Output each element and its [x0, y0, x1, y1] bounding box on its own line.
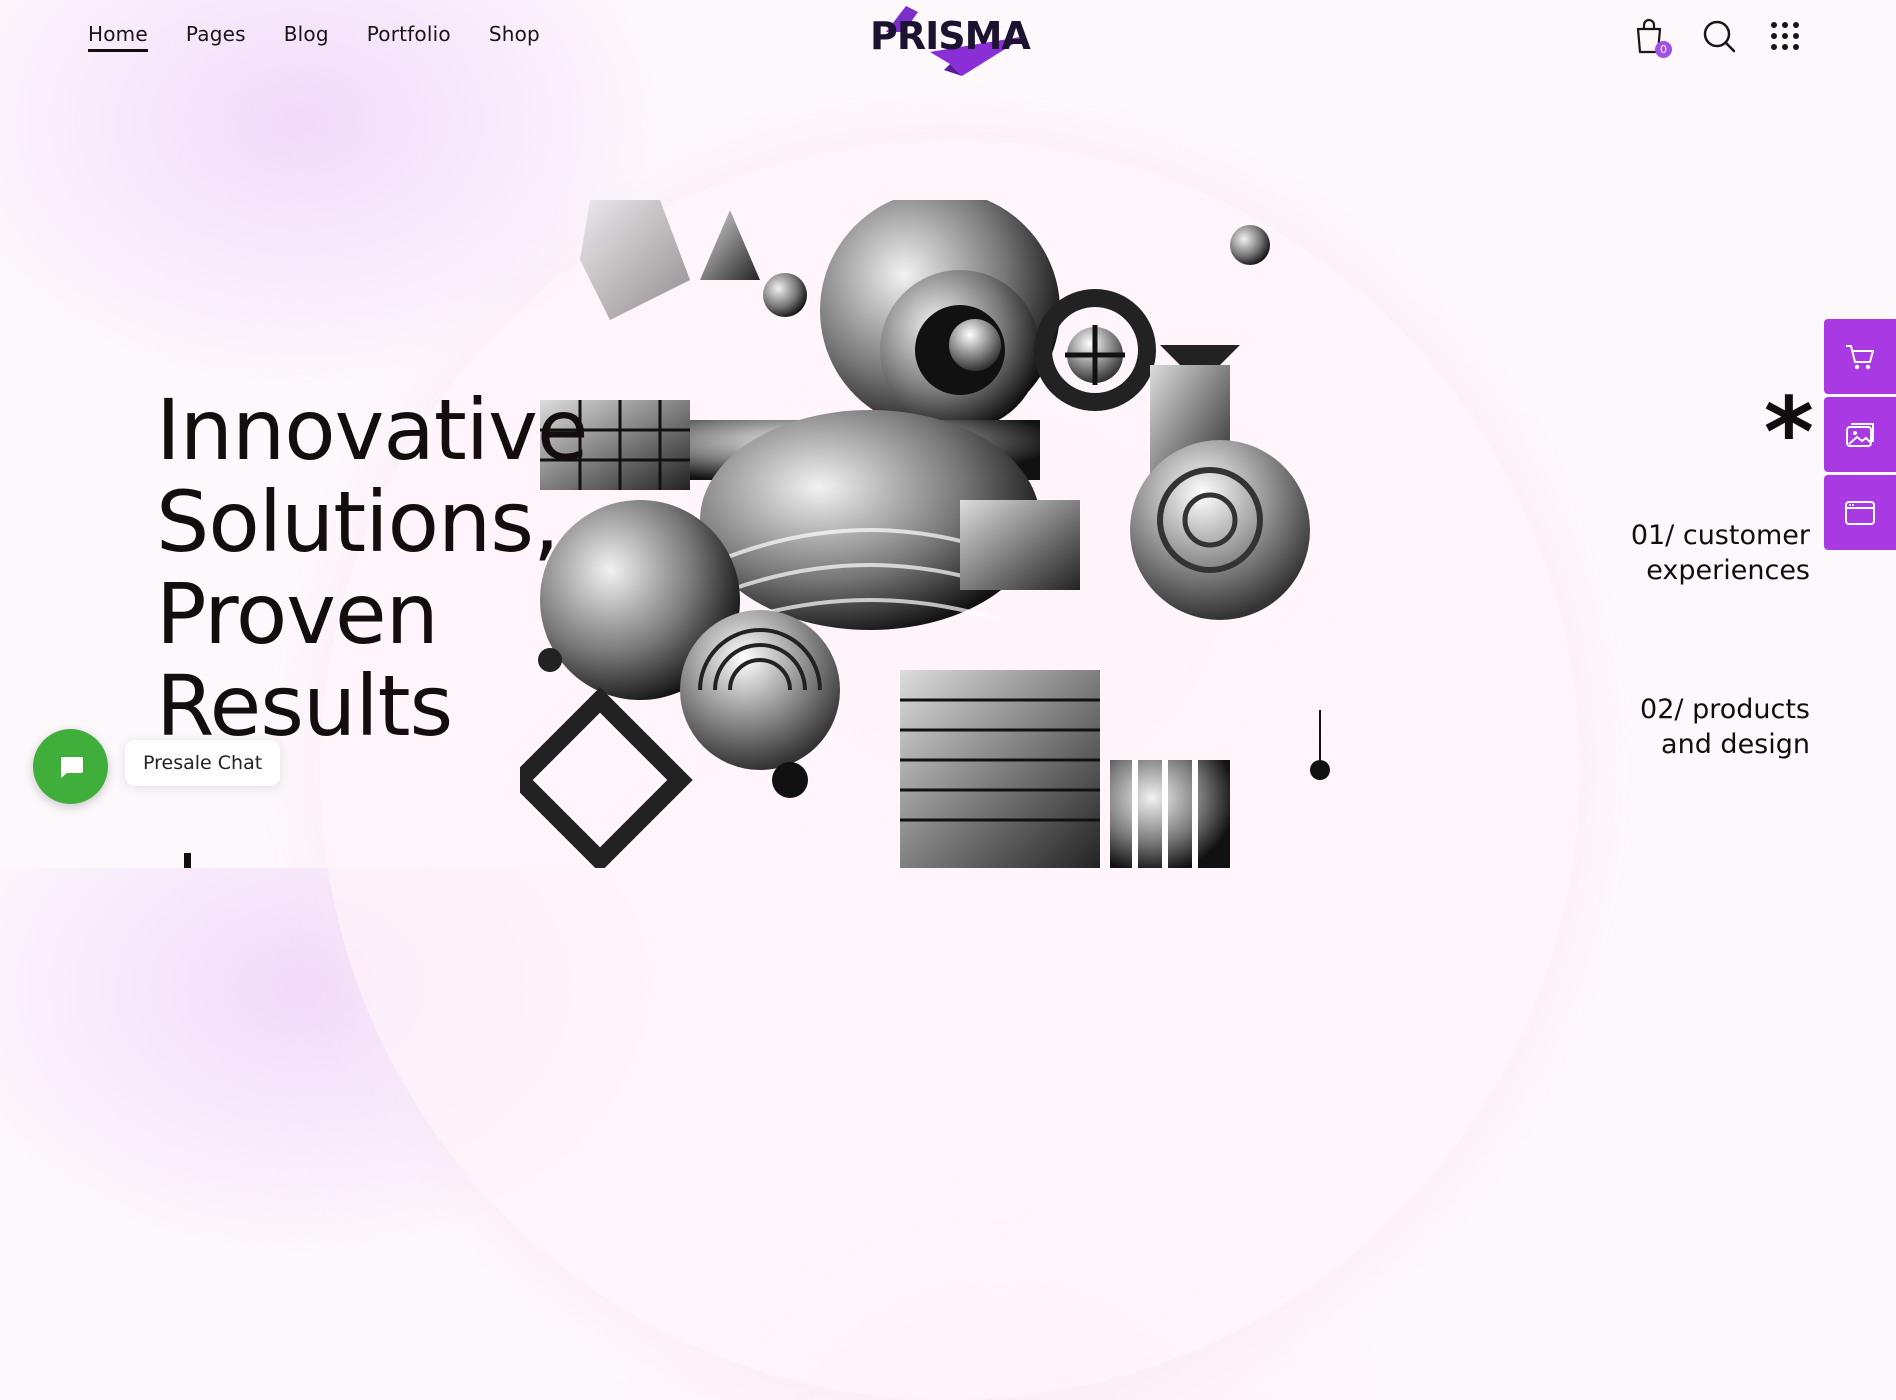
abstract-artwork-illustration [520, 200, 1330, 868]
nav-shop[interactable]: Shop [489, 22, 540, 52]
header-actions: 0 [1634, 18, 1804, 58]
nav-portfolio[interactable]: Portfolio [367, 22, 451, 52]
nav-pages[interactable]: Pages [186, 22, 246, 52]
scroll-indicator [184, 853, 191, 868]
nav-blog[interactable]: Blog [284, 22, 329, 52]
gallery-icon [1846, 422, 1874, 447]
main-nav: Home Pages Blog Portfolio Shop [88, 22, 540, 52]
cart-count-badge: 0 [1655, 41, 1672, 58]
search-button[interactable] [1702, 18, 1736, 56]
presale-chat-label[interactable]: Presale Chat [125, 740, 281, 786]
menu-grid-button[interactable] [1770, 18, 1804, 56]
site-logo[interactable]: PRISMA [866, 4, 1036, 76]
hero-title-line-1: Innovative [156, 381, 588, 479]
feature-products-design[interactable]: 02/ products and design [1640, 692, 1810, 762]
grid-dots-icon [1771, 22, 1799, 50]
browser-icon [1845, 500, 1875, 525]
chat-bubble-icon [60, 756, 83, 778]
nav-home[interactable]: Home [88, 22, 148, 52]
feature-1-line-2: experiences [1646, 555, 1810, 586]
presale-chat-button[interactable] [33, 729, 108, 804]
feature-2-line-1: 02/ products [1640, 694, 1810, 725]
search-icon [1703, 20, 1736, 53]
logo-text: PRISMA [870, 14, 1031, 58]
side-dock [1824, 319, 1896, 550]
hero-title: Innovative Solutions, Proven Results [156, 384, 588, 752]
hero-title-line-4: Results [156, 657, 453, 755]
cart-icon [1846, 344, 1874, 369]
hero-title-line-2: Solutions, [156, 473, 560, 571]
cart-button[interactable]: 0 [1634, 18, 1672, 58]
hero-title-line-3: Proven [156, 565, 439, 663]
dock-cart-button[interactable] [1824, 319, 1896, 394]
feature-1-line-1: 01/ customer [1630, 520, 1810, 551]
dock-gallery-button[interactable] [1824, 397, 1896, 472]
dock-browser-button[interactable] [1824, 475, 1896, 550]
feature-customer-experiences[interactable]: 01/ customer experiences [1631, 518, 1810, 588]
asterisk-decoration: * [1763, 377, 1814, 489]
feature-2-line-2: and design [1661, 729, 1810, 760]
